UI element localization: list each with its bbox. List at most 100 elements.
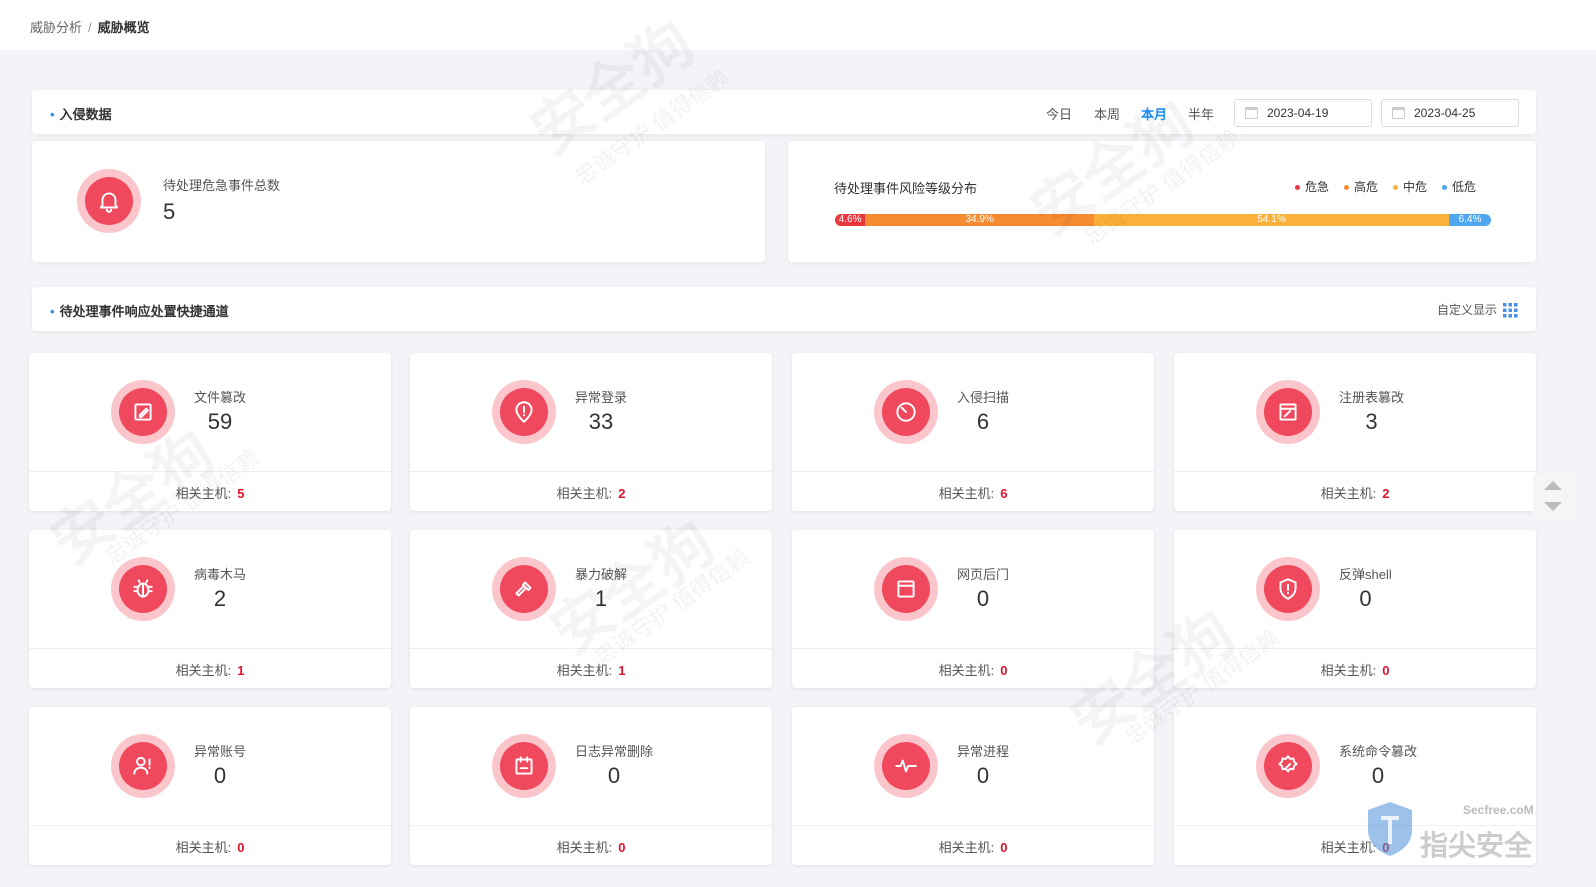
event-card[interactable]: 网页后门 0 相关主机: 0	[792, 530, 1154, 688]
event-name: 文件篡改	[194, 390, 247, 405]
event-name: 异常登录	[575, 390, 628, 405]
related-hosts: 相关主机: 0	[792, 837, 1154, 856]
related-hosts-label: 相关主机:	[938, 486, 995, 501]
related-hosts-label: 相关主机:	[556, 663, 613, 678]
risk-segment-0: 4.6%	[835, 214, 866, 226]
summary-value: 5	[163, 199, 176, 224]
event-card[interactable]: 入侵扫描 6 相关主机: 6	[792, 353, 1154, 511]
related-hosts: 相关主机: 0	[1174, 660, 1536, 679]
related-hosts: 相关主机: 1	[29, 660, 391, 679]
event-count[interactable]: 0	[957, 586, 1009, 612]
event-card[interactable]: 异常进程 0 相关主机: 0	[792, 707, 1154, 865]
related-hosts-label: 相关主机:	[1320, 663, 1377, 678]
event-card[interactable]: 异常登录 33 相关主机: 2	[410, 353, 772, 511]
event-count[interactable]: 0	[575, 763, 653, 789]
card-divider	[29, 825, 391, 826]
event-count[interactable]: 2	[194, 586, 246, 612]
event-count[interactable]: 0	[1339, 586, 1392, 612]
legend-dot	[1393, 185, 1398, 191]
related-hosts-count[interactable]: 0	[618, 840, 625, 855]
brand-site: Secfree.coM	[1463, 803, 1534, 817]
event-name: 反弹shell	[1339, 567, 1392, 582]
card-divider	[410, 648, 772, 649]
event-count[interactable]: 6	[957, 409, 1009, 435]
webpage-icon	[874, 557, 938, 621]
bug-icon	[111, 557, 175, 621]
scroll-up-icon[interactable]	[1533, 474, 1573, 496]
date-start-input[interactable]: 2023-04-19	[1234, 99, 1372, 127]
card-divider	[29, 471, 391, 472]
related-hosts-count[interactable]: 0	[237, 840, 244, 855]
related-hosts-label: 相关主机:	[1320, 486, 1377, 501]
related-hosts-label: 相关主机:	[938, 663, 995, 678]
date-end-input[interactable]: 2023-04-25	[1381, 99, 1519, 127]
event-count[interactable]: 59	[194, 409, 246, 435]
event-name: 异常进程	[957, 744, 1010, 759]
related-hosts-label: 相关主机:	[556, 486, 613, 501]
related-hosts-label: 相关主机:	[175, 840, 232, 855]
scroll-arrows[interactable]	[1533, 474, 1573, 518]
related-hosts: 相关主机: 5	[29, 483, 391, 502]
channel-header: 待处理事件响应处置快捷通道	[32, 287, 1536, 331]
file-edit-icon	[111, 380, 175, 444]
event-name: 系统命令篡改	[1339, 744, 1418, 759]
event-count[interactable]: 0	[957, 763, 1009, 789]
card-divider	[410, 825, 772, 826]
date-end-value: 2023-04-25	[1414, 106, 1476, 120]
related-hosts-count[interactable]: 0	[1382, 663, 1389, 678]
related-hosts-label: 相关主机:	[556, 840, 613, 855]
user-alert-icon	[111, 734, 175, 798]
card-divider	[29, 648, 391, 649]
legend-dot	[1442, 185, 1447, 191]
gear-edit-icon	[1256, 734, 1320, 798]
event-name: 日志异常删除	[575, 744, 654, 759]
filter-week[interactable]: 本周	[1094, 104, 1120, 123]
event-count[interactable]: 3	[1339, 409, 1404, 435]
filter-today[interactable]: 今日	[1046, 104, 1072, 123]
related-hosts-count[interactable]: 0	[1000, 663, 1007, 678]
scroll-down-icon[interactable]	[1533, 496, 1573, 518]
event-card[interactable]: 异常账号 0 相关主机: 0	[29, 707, 391, 865]
event-name: 注册表篡改	[1339, 390, 1405, 405]
event-count[interactable]: 1	[575, 586, 627, 612]
related-hosts: 相关主机: 2	[410, 483, 772, 502]
risk-legend-medium: 中危	[1393, 178, 1427, 195]
related-hosts: 相关主机: 6	[792, 483, 1154, 502]
related-hosts-count[interactable]: 1	[618, 663, 625, 678]
related-hosts-label: 相关主机:	[175, 663, 232, 678]
event-card[interactable]: 病毒木马 2 相关主机: 1	[29, 530, 391, 688]
risk-panel: 待处理事件风险等级分布	[788, 141, 1536, 262]
related-hosts-count[interactable]: 0	[1000, 840, 1007, 855]
event-count[interactable]: 0	[194, 763, 246, 789]
breadcrumb-separator: /	[88, 20, 92, 35]
event-card[interactable]: 文件篡改 59 相关主机: 5	[29, 353, 391, 511]
legend-dot	[1295, 185, 1300, 191]
related-hosts: 相关主机: 1	[410, 660, 772, 679]
calendar-icon	[1392, 107, 1405, 119]
filter-month[interactable]: 本月	[1141, 104, 1167, 123]
event-count[interactable]: 33	[575, 409, 627, 435]
related-hosts-count[interactable]: 2	[618, 486, 625, 501]
custom-display-button[interactable]: 自定义显示	[1437, 301, 1518, 318]
related-hosts-count[interactable]: 1	[237, 663, 244, 678]
related-hosts-count[interactable]: 5	[237, 486, 244, 501]
risk-legend-low: 低危	[1442, 178, 1476, 195]
card-divider	[1174, 648, 1536, 649]
event-card[interactable]: 暴力破解 1 相关主机: 1	[410, 530, 772, 688]
location-alert-icon	[492, 380, 556, 444]
card-divider	[792, 825, 1154, 826]
related-hosts-label: 相关主机:	[175, 486, 232, 501]
event-card[interactable]: 反弹shell 0 相关主机: 0	[1174, 530, 1536, 688]
shield-logo-icon	[1368, 802, 1412, 856]
related-hosts-count[interactable]: 6	[1000, 486, 1007, 501]
filter-halfyear[interactable]: 半年	[1188, 104, 1214, 123]
event-card[interactable]: 日志异常删除 0 相关主机: 0	[410, 707, 772, 865]
event-count[interactable]: 0	[1339, 763, 1417, 789]
related-hosts-count[interactable]: 2	[1382, 486, 1389, 501]
risk-segment-2: 54.1%	[1094, 214, 1449, 226]
breadcrumb-parent[interactable]: 威胁分析	[30, 20, 82, 35]
card-divider	[792, 648, 1154, 649]
card-divider	[410, 471, 772, 472]
brand-name: 指尖安全	[1420, 830, 1533, 861]
event-card[interactable]: 注册表篡改 3 相关主机: 2	[1174, 353, 1536, 511]
